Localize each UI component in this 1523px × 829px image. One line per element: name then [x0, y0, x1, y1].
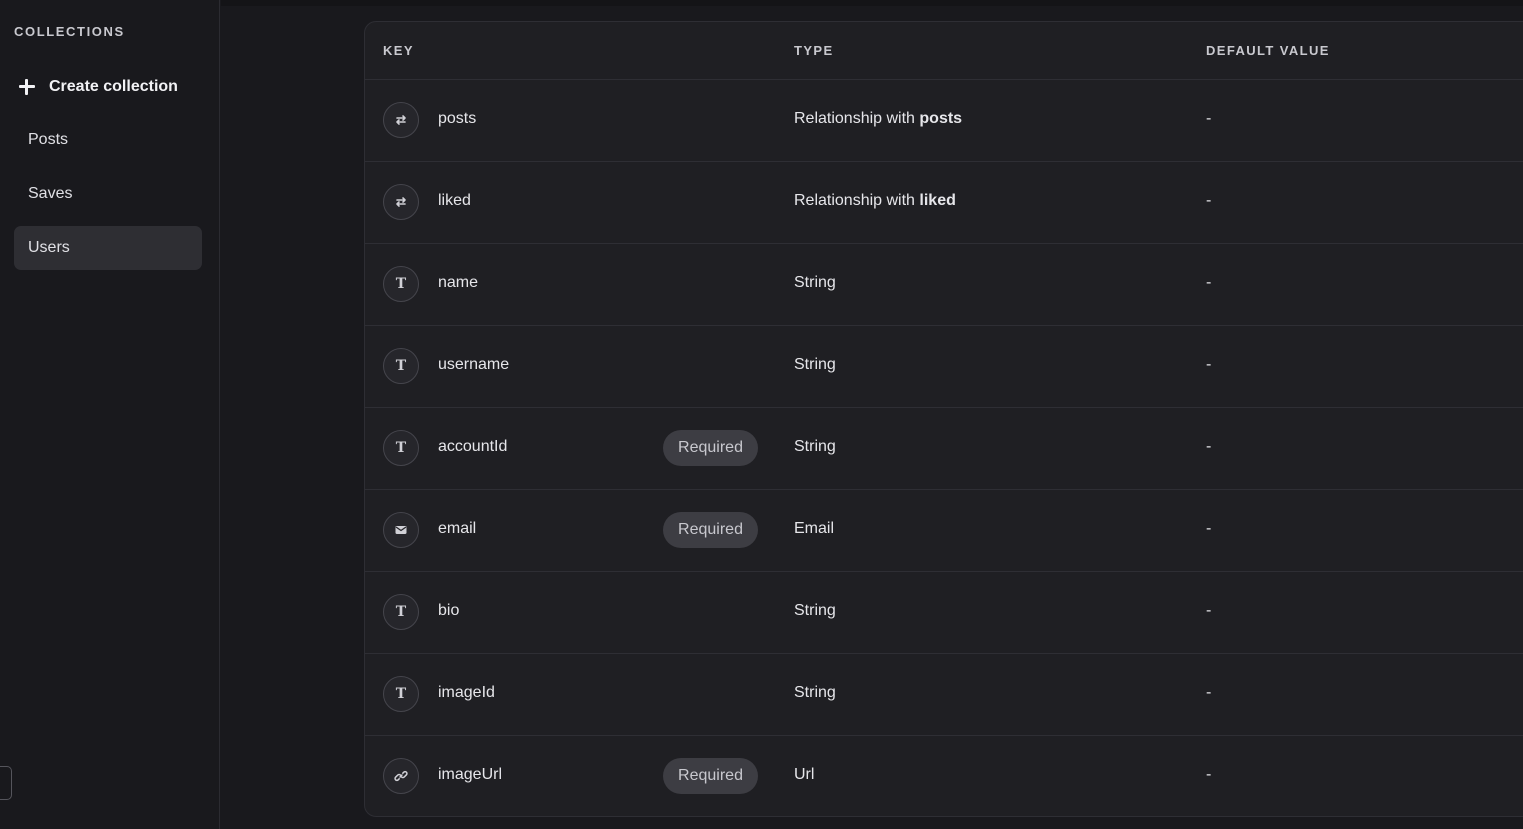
default-value: -: [1206, 274, 1212, 291]
required-badge: Required: [663, 512, 758, 548]
attribute-key: imageUrl: [438, 766, 503, 783]
table-row[interactable]: Tname String -: [365, 244, 1523, 326]
table-row[interactable]: email Required Email -: [365, 490, 1523, 572]
column-header-default: DEFAULT VALUE: [1206, 43, 1330, 58]
text-type-icon: T: [383, 348, 419, 384]
attribute-type-text: String: [794, 684, 836, 701]
table-row[interactable]: Tusername String -: [365, 326, 1523, 408]
default-value: -: [1206, 684, 1212, 701]
attribute-type-text: String: [794, 356, 836, 373]
text-type-icon: T: [383, 594, 419, 630]
required-badge: Required: [663, 758, 758, 794]
attribute-key: posts: [438, 110, 477, 127]
attribute-type: String: [794, 438, 836, 456]
attribute-key: bio: [438, 602, 460, 619]
text-type-icon: T: [383, 266, 419, 302]
plus-icon: [17, 77, 37, 97]
default-value: -: [1206, 520, 1212, 537]
attribute-type-text: String: [794, 602, 836, 619]
attribute-type: String: [794, 684, 836, 702]
table-header: KEY TYPE DEFAULT VALUE: [365, 22, 1523, 80]
sidebar-item-label: Posts: [28, 131, 69, 148]
column-header-type: TYPE: [794, 43, 834, 58]
sidebar-item-label: Users: [28, 239, 70, 256]
table-row[interactable]: liked Relationship with liked -: [365, 162, 1523, 244]
attribute-type-text: String: [794, 438, 836, 455]
attribute-type: Relationship with liked: [794, 192, 956, 210]
relationship-icon: [383, 102, 419, 138]
create-collection-button[interactable]: Create collection: [14, 72, 202, 102]
default-value: -: [1206, 192, 1212, 209]
top-strip: [221, 0, 1523, 6]
attribute-type-text: Relationship with: [794, 110, 920, 127]
attribute-key: liked: [438, 192, 471, 209]
attribute-key: accountId: [438, 438, 508, 455]
sidebar: COLLECTIONS Create collection Posts Save…: [0, 0, 220, 829]
sidebar-item-posts[interactable]: Posts: [14, 118, 202, 162]
text-type-icon: T: [383, 430, 419, 466]
email-icon: [383, 512, 419, 548]
attribute-type-text: String: [794, 274, 836, 291]
sidebar-item-saves[interactable]: Saves: [14, 172, 202, 216]
attribute-type: String: [794, 274, 836, 292]
attributes-table: KEY TYPE DEFAULT VALUE posts Relationship…: [364, 21, 1523, 817]
table-row[interactable]: TaccountId Required String -: [365, 408, 1523, 490]
attribute-key: email: [438, 520, 477, 537]
collections-heading: COLLECTIONS: [14, 24, 125, 39]
attribute-key: name: [438, 274, 479, 291]
default-value: -: [1206, 602, 1212, 619]
relationship-icon: [383, 184, 419, 220]
sidebar-item-label: Saves: [28, 185, 73, 202]
column-header-key: KEY: [383, 43, 414, 58]
text-type-icon: T: [383, 676, 419, 712]
table-body: posts Relationship with posts - liked Relati…: [365, 80, 1523, 816]
default-value: -: [1206, 110, 1212, 127]
attribute-type-text: Email: [794, 520, 835, 537]
attribute-type: String: [794, 356, 836, 374]
create-collection-label: Create collection: [49, 78, 178, 95]
attribute-type: Url: [794, 766, 814, 784]
link-icon: [383, 758, 419, 794]
table-row[interactable]: posts Relationship with posts -: [365, 80, 1523, 162]
attribute-type-text: Url: [794, 766, 815, 783]
attribute-type: Email: [794, 520, 834, 538]
attribute-key: username: [438, 356, 510, 373]
default-value: -: [1206, 356, 1212, 373]
required-badge: Required: [663, 430, 758, 466]
default-value: -: [1206, 438, 1212, 455]
sidebar-collapse-handle[interactable]: [0, 766, 12, 800]
table-row[interactable]: TimageId String -: [365, 654, 1523, 736]
attribute-type: Relationship with posts: [794, 110, 962, 128]
attribute-key: imageId: [438, 684, 495, 701]
related-collection-name: posts: [919, 110, 963, 127]
sidebar-item-users[interactable]: Users: [14, 226, 202, 270]
table-row[interactable]: imageUrl Required Url -: [365, 736, 1523, 816]
attribute-type: String: [794, 602, 836, 620]
table-row[interactable]: Tbio String -: [365, 572, 1523, 654]
default-value: -: [1206, 766, 1212, 783]
attribute-type-text: Relationship with: [794, 192, 920, 209]
related-collection-name: liked: [919, 192, 956, 209]
